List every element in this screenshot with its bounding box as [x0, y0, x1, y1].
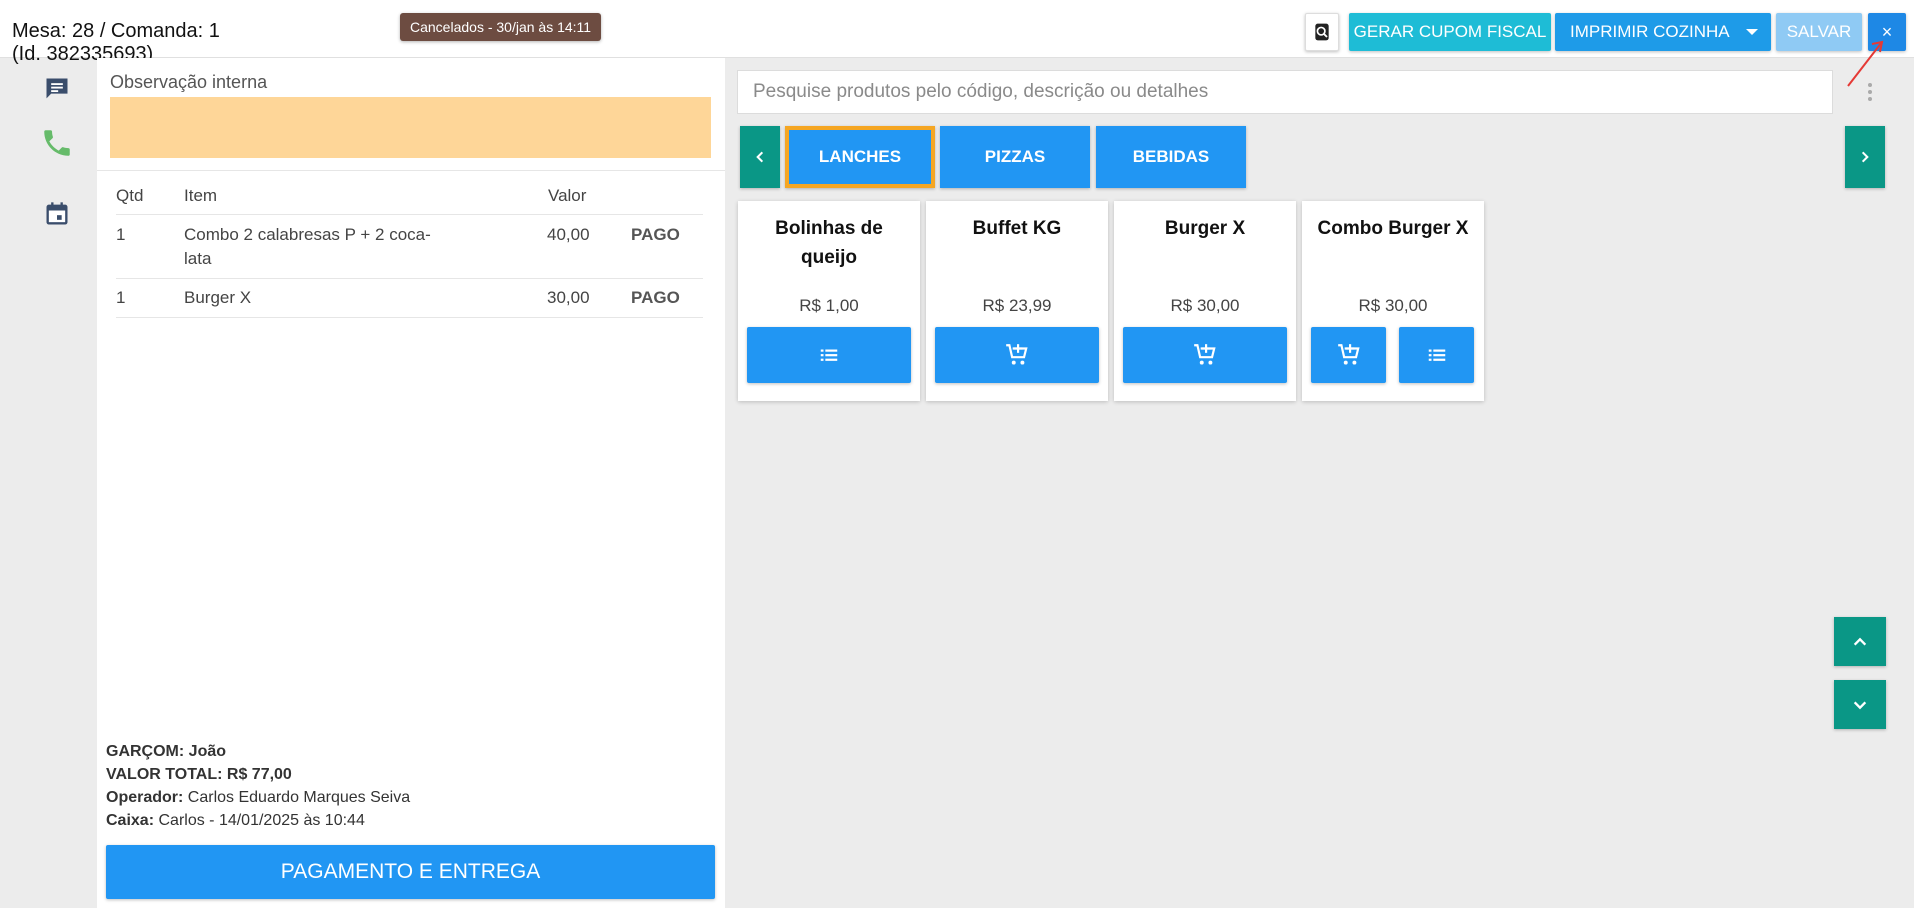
chevron-down-icon[interactable]: [1733, 13, 1771, 51]
observacao-label: Observação interna: [110, 72, 268, 92]
row-item: Combo 2 calabresas P + 2 coca-lata: [184, 225, 431, 268]
row-status: PAGO: [631, 225, 680, 244]
add-to-cart-button[interactable]: [1123, 327, 1287, 383]
garcom-label: GARÇOM:: [106, 743, 185, 760]
garcom-value: João: [188, 743, 227, 760]
product-name: Combo Burger X: [1317, 218, 1469, 239]
add-to-cart-button[interactable]: [1311, 327, 1386, 383]
product-details-button[interactable]: [747, 327, 911, 383]
add-cart-icon: [1006, 344, 1028, 365]
caixa-value: Carlos - 14/01/2025 às 10:44: [158, 812, 365, 829]
caixa-line: Caixa: Carlos - 14/01/2025 às 10:44: [106, 809, 410, 832]
imprimir-cozinha-label: IMPRIMIR COZINHA: [1570, 22, 1730, 41]
product-search[interactable]: [737, 70, 1833, 114]
product-price: R$ 30,00: [1358, 296, 1428, 315]
add-cart-icon: [1337, 344, 1360, 365]
garcom-line: GARÇOM: João: [106, 740, 410, 763]
row-valor: 40,00: [547, 225, 590, 244]
table-row[interactable]: 1 Combo 2 calabresas P + 2 coca-lata 40,…: [116, 215, 703, 279]
divider: [97, 170, 725, 171]
category-pizzas[interactable]: PIZZAS: [940, 126, 1090, 188]
product-price: R$ 30,00: [1170, 296, 1240, 315]
operador-line: Operador: Carlos Eduardo Marques Seiva: [106, 786, 410, 809]
total-line: VALOR TOTAL: R$ 77,00: [106, 763, 410, 786]
add-to-cart-button[interactable]: [935, 327, 1099, 383]
header-qtd: Qtd: [116, 186, 144, 205]
table-row[interactable]: 1 Burger X 30,00 PAGO: [116, 279, 703, 318]
scroll-down-button[interactable]: [1834, 680, 1886, 729]
list-icon: [1428, 349, 1445, 361]
row-status: PAGO: [631, 288, 680, 307]
caixa-label: Caixa:: [106, 812, 155, 829]
order-summary: GARÇOM: João VALOR TOTAL: R$ 77,00 Opera…: [106, 740, 410, 832]
category-prev-button[interactable]: [740, 126, 780, 188]
chat-icon[interactable]: [40, 72, 74, 106]
chevron-up-icon: [1853, 637, 1867, 645]
product-details-button[interactable]: [1399, 327, 1474, 383]
product-name: Bolinhas de queijo: [775, 218, 883, 268]
product-card: Burger X R$ 30,00: [1114, 201, 1296, 401]
chevron-left-icon: [756, 151, 764, 163]
imprimir-cozinha-button[interactable]: IMPRIMIR COZINHA: [1555, 13, 1771, 51]
total-label: VALOR TOTAL:: [106, 766, 223, 783]
row-item: Burger X: [184, 288, 252, 307]
total-value: R$ 77,00: [226, 766, 292, 783]
gerar-cupom-fiscal-button[interactable]: GERAR CUPOM FISCAL: [1349, 13, 1551, 51]
product-card: Bolinhas de queijo R$ 1,00: [738, 201, 920, 401]
chevron-down-icon: [1853, 701, 1867, 709]
cancelados-badge[interactable]: Cancelados - 30/jan às 14:11: [400, 13, 602, 41]
product-card: Buffet KG R$ 23,99: [926, 201, 1108, 401]
category-lanches[interactable]: LANCHES: [785, 126, 935, 188]
chevron-right-icon: [1861, 151, 1869, 163]
product-name: Buffet KG: [972, 218, 1062, 239]
product-card: Combo Burger X R$ 30,00: [1302, 201, 1484, 401]
search-input[interactable]: [738, 71, 1832, 113]
observacao-field[interactable]: [110, 97, 711, 158]
category-next-button[interactable]: [1845, 126, 1885, 188]
row-qtd: 1: [116, 225, 126, 244]
top-bar: Mesa: 28 / Comanda: 1 (Id. 382335693) Ca…: [0, 0, 1914, 65]
product-price: R$ 1,00: [799, 296, 859, 315]
product-name: Burger X: [1164, 218, 1246, 239]
row-qtd: 1: [116, 288, 126, 307]
add-cart-icon: [1194, 344, 1216, 365]
list-icon: [820, 349, 838, 361]
product-price: R$ 23,99: [982, 296, 1052, 315]
search-doc-icon: [1315, 23, 1329, 41]
phone-icon[interactable]: [40, 126, 74, 160]
more-options-icon[interactable]: [1864, 80, 1876, 104]
pagamento-entrega-button[interactable]: PAGAMENTO E ENTREGA: [106, 845, 715, 899]
order-panel: Observação interna Qtd Item Valor 1 Comb…: [97, 58, 725, 908]
title-mesa-comanda: Mesa: 28 / Comanda: 1: [12, 20, 220, 42]
operador-label: Operador:: [106, 789, 184, 806]
operador-value: Carlos Eduardo Marques Seiva: [187, 789, 411, 806]
category-bebidas[interactable]: BEBIDAS: [1096, 126, 1246, 188]
calendar-icon[interactable]: [40, 197, 74, 231]
preview-button[interactable]: [1305, 13, 1339, 51]
header-valor: Valor: [548, 186, 587, 205]
header-item: Item: [184, 186, 218, 205]
row-valor: 30,00: [547, 288, 590, 307]
scroll-up-button[interactable]: [1834, 617, 1886, 666]
